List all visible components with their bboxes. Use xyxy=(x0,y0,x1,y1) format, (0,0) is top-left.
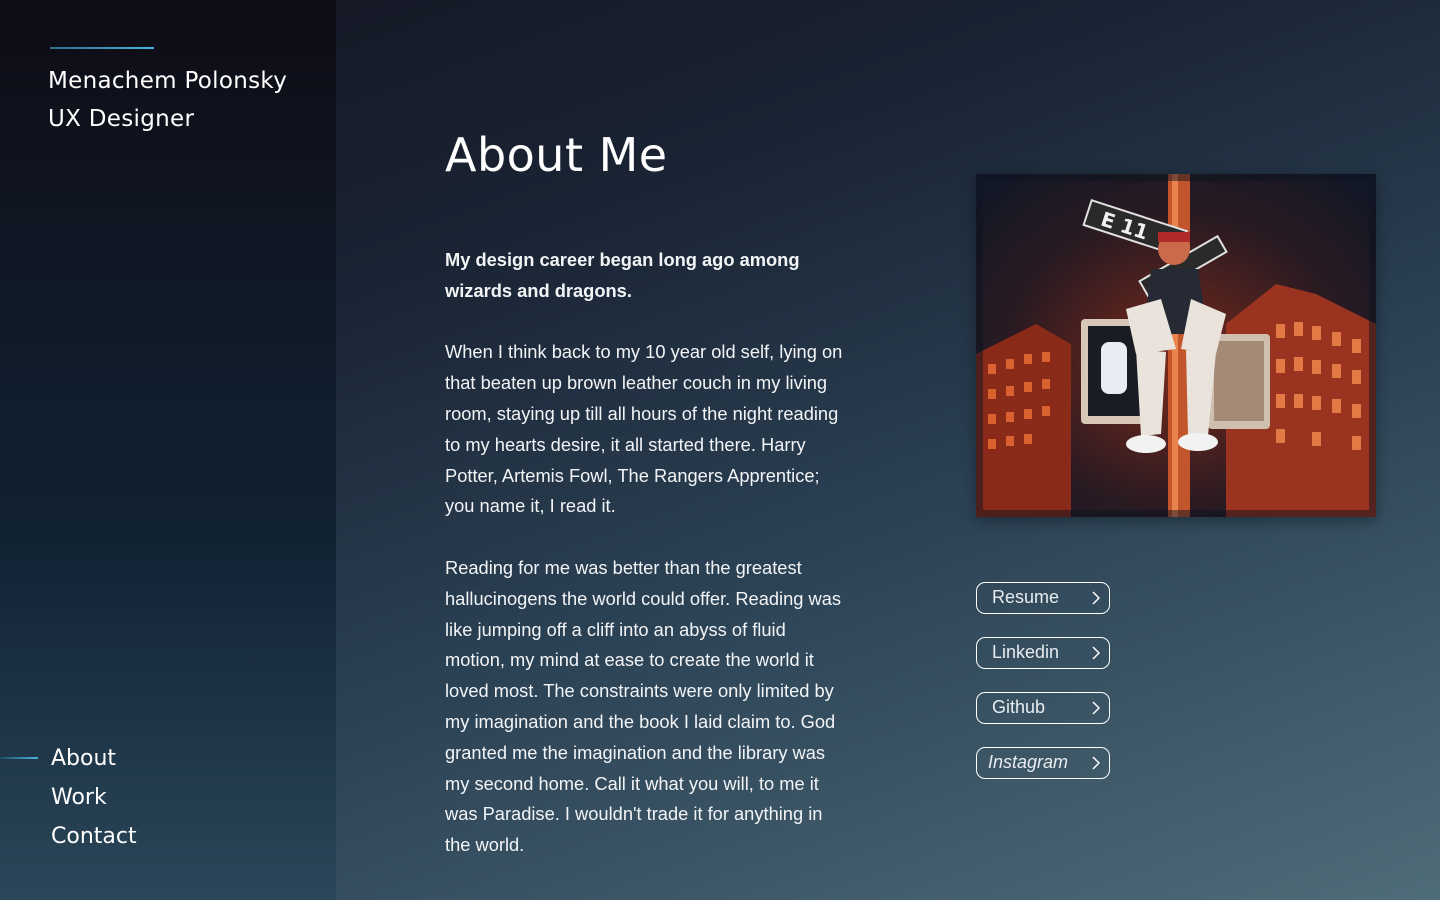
brand-role: UX Designer xyxy=(48,106,195,132)
nav-item-about[interactable]: About xyxy=(51,746,116,771)
chevron-right-icon xyxy=(1092,701,1100,715)
nav-item-contact[interactable]: Contact xyxy=(51,824,137,849)
brand-name[interactable]: Menachem Polonsky xyxy=(48,68,287,94)
brand-accent-line xyxy=(50,47,154,49)
nav-item-work[interactable]: Work xyxy=(51,785,107,810)
linkedin-button-label: Linkedin xyxy=(992,642,1060,662)
instagram-button[interactable]: Instagram xyxy=(976,747,1110,779)
page-title: About Me xyxy=(445,128,668,182)
chevron-right-icon xyxy=(1092,756,1100,770)
active-nav-indicator xyxy=(0,757,38,759)
github-button-label: Github xyxy=(992,697,1046,717)
instagram-button-label: Instagram xyxy=(988,752,1069,772)
linkedin-button[interactable]: Linkedin xyxy=(976,637,1110,669)
chevron-right-icon xyxy=(1092,646,1100,660)
sidebar: Menachem Polonsky UX Designer About Work… xyxy=(0,0,336,900)
bio-lead: My design career began long ago among wi… xyxy=(445,249,800,301)
bio-text: My design career began long ago among wi… xyxy=(445,245,845,892)
bio-paragraph: Reading for me was better than the great… xyxy=(445,556,842,856)
chevron-right-icon xyxy=(1092,591,1100,605)
github-button[interactable]: Github xyxy=(976,692,1110,724)
profile-photo-illustration: E 11 xyxy=(976,174,1376,517)
profile-photo: E 11 xyxy=(976,174,1376,517)
bio-paragraph: When I think back to my 10 year old self… xyxy=(445,341,843,517)
resume-button[interactable]: Resume xyxy=(976,582,1110,614)
resume-button-label: Resume xyxy=(992,587,1060,607)
